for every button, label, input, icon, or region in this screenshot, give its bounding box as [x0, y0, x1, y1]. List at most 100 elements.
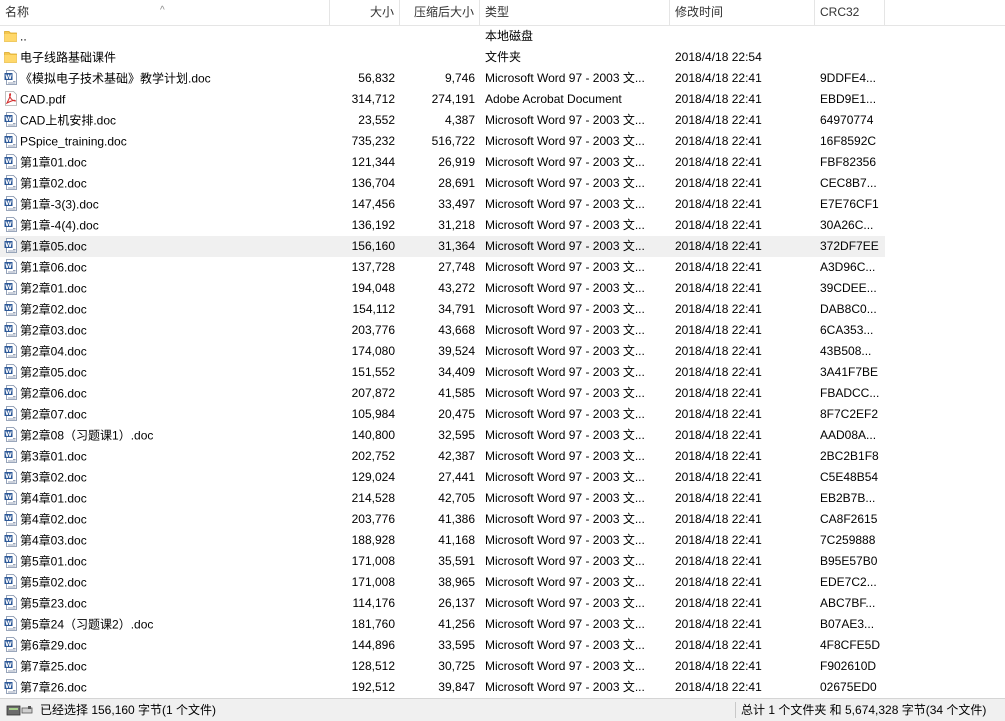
file-modified: 2018/4/18 22:41 [675, 386, 762, 400]
table-row[interactable]: W 第5章02.doc 171,008 38,965 Microsoft Word 97… [0, 572, 1005, 593]
table-row[interactable]: CAD.pdf 314,712 274,191 Adobe Acrobat Docum… [0, 89, 1005, 110]
table-row[interactable]: W 第3章02.doc 129,024 27,441 Microsoft Word 97… [0, 467, 1005, 488]
file-size [330, 47, 400, 68]
svg-text:W: W [5, 557, 12, 564]
file-name-cell[interactable]: W 第4章03.doc [0, 530, 330, 551]
table-row[interactable]: W 第1章-3(3).doc 147,456 33,497 Microsoft Word… [0, 194, 1005, 215]
column-header-type[interactable]: 类型 [480, 0, 670, 25]
word-doc-icon: W [4, 131, 20, 152]
file-packed-size: 43,272 [438, 281, 475, 295]
table-row[interactable]: W 第1章01.doc 121,344 26,919 Microsoft Word 97… [0, 152, 1005, 173]
file-name-cell[interactable]: W 第7章25.doc [0, 656, 330, 677]
file-name: 第5章02.doc [20, 575, 87, 590]
file-name-cell[interactable]: W 第1章02.doc [0, 173, 330, 194]
column-header-crc32[interactable]: CRC32 [815, 0, 885, 25]
table-row[interactable]: W 第1章02.doc 136,704 28,691 Microsoft Word 97… [0, 173, 1005, 194]
table-row[interactable]: W 第5章24（习题课2）.doc 181,760 41,256 Microsoft W… [0, 614, 1005, 635]
word-doc-icon: W [4, 551, 20, 572]
file-name-cell[interactable]: W CAD上机安排.doc [0, 110, 330, 131]
table-row[interactable]: W 第5章23.doc 114,176 26,137 Microsoft Word 97… [0, 593, 1005, 614]
file-name: 第2章06.doc [20, 386, 87, 401]
table-row[interactable]: W CAD上机安排.doc 23,552 4,387 Microsoft Word 97… [0, 110, 1005, 131]
file-name-cell[interactable]: W 第1章-3(3).doc [0, 194, 330, 215]
file-type: Microsoft Word 97 - 2003 文... [485, 344, 645, 358]
table-row[interactable]: W 第2章07.doc 105,984 20,475 Microsoft Word 97… [0, 404, 1005, 425]
file-name-cell[interactable]: W 第1章06.doc [0, 257, 330, 278]
file-name-cell[interactable]: .. [0, 26, 330, 47]
table-row[interactable]: W 第2章01.doc 194,048 43,272 Microsoft Word 97… [0, 278, 1005, 299]
table-row[interactable]: W 第7章26.doc 192,512 39,847 Microsoft Word 97… [0, 677, 1005, 698]
file-modified: 2018/4/18 22:41 [675, 470, 762, 484]
table-row[interactable]: W 第2章06.doc 207,872 41,585 Microsoft Word 97… [0, 383, 1005, 404]
file-name-cell[interactable]: W 第1章-4(4).doc [0, 215, 330, 236]
file-crc32: 30A26C... [820, 218, 874, 232]
table-row[interactable]: W 《模拟电子技术基础》教学计划.doc 56,832 9,746 Microsoft … [0, 68, 1005, 89]
file-name-cell[interactable]: W 《模拟电子技术基础》教学计划.doc [0, 68, 330, 89]
file-name-cell[interactable]: W 第6章29.doc [0, 635, 330, 656]
column-header-size[interactable]: 大小 [330, 0, 400, 25]
folder-icon [4, 47, 20, 68]
table-row[interactable]: W 第2章03.doc 203,776 43,668 Microsoft Word 97… [0, 320, 1005, 341]
column-header-name[interactable]: 名称 ^ [0, 0, 330, 25]
table-row[interactable]: W 第3章01.doc 202,752 42,387 Microsoft Word 97… [0, 446, 1005, 467]
file-size: 129,024 [351, 470, 395, 484]
file-name-cell[interactable]: W 第2章03.doc [0, 320, 330, 341]
file-name-cell[interactable]: 电子线路基础课件 [0, 47, 330, 68]
table-row[interactable]: W 第4章01.doc 214,528 42,705 Microsoft Word 97… [0, 488, 1005, 509]
table-row[interactable]: W 第1章-4(4).doc 136,192 31,218 Microsoft Word… [0, 215, 1005, 236]
file-name-cell[interactable]: W 第1章05.doc [0, 236, 330, 257]
file-packed-size: 27,441 [438, 470, 475, 484]
word-doc-icon: W [4, 677, 20, 698]
table-row[interactable]: W 第4章03.doc 188,928 41,168 Microsoft Word 97… [0, 530, 1005, 551]
file-name-cell[interactable]: W 第5章02.doc [0, 572, 330, 593]
file-name-cell[interactable]: W 第3章01.doc [0, 446, 330, 467]
svg-text:W: W [5, 599, 12, 606]
table-row[interactable]: W 第1章06.doc 137,728 27,748 Microsoft Word 97… [0, 257, 1005, 278]
file-crc32: E7E76CF1 [820, 197, 879, 211]
file-crc32 [815, 47, 885, 68]
file-name-cell[interactable]: CAD.pdf [0, 89, 330, 110]
file-name: .. [20, 29, 27, 44]
table-row[interactable]: W 第4章02.doc 203,776 41,386 Microsoft Word 97… [0, 509, 1005, 530]
file-name-cell[interactable]: W 第7章26.doc [0, 677, 330, 698]
file-size: 314,712 [351, 92, 395, 106]
table-row[interactable]: W 第2章05.doc 151,552 34,409 Microsoft Word 97… [0, 362, 1005, 383]
file-name: CAD上机安排.doc [20, 113, 117, 128]
table-row[interactable]: W PSpice_training.doc 735,232 516,722 Micros… [0, 131, 1005, 152]
table-row[interactable]: 电子线路基础课件 文件夹 2018/4/18 22:54 [0, 47, 1005, 68]
file-name-cell[interactable]: W 第3章02.doc [0, 467, 330, 488]
table-row[interactable]: W 第2章08（习题课1）.doc 140,800 32,595 Microsoft W… [0, 425, 1005, 446]
file-crc32: DAB8C0... [820, 302, 877, 316]
file-name-cell[interactable]: W PSpice_training.doc [0, 131, 330, 152]
table-row[interactable]: W 第5章01.doc 171,008 35,591 Microsoft Word 97… [0, 551, 1005, 572]
file-name-cell[interactable]: W 第2章04.doc [0, 341, 330, 362]
file-name-cell[interactable]: W 第2章05.doc [0, 362, 330, 383]
file-name-cell[interactable]: W 第5章24（习题课2）.doc [0, 614, 330, 635]
file-name-cell[interactable]: W 第4章02.doc [0, 509, 330, 530]
file-packed-size: 27,748 [438, 260, 475, 274]
file-name: 第1章-4(4).doc [20, 218, 99, 233]
file-name-cell[interactable]: W 第2章02.doc [0, 299, 330, 320]
column-header-modified[interactable]: 修改时间 [670, 0, 815, 25]
table-row[interactable]: W 第6章29.doc 144,896 33,595 Microsoft Word 97… [0, 635, 1005, 656]
table-row[interactable]: W 第2章04.doc 174,080 39,524 Microsoft Word 97… [0, 341, 1005, 362]
file-name-cell[interactable]: W 第2章01.doc [0, 278, 330, 299]
file-type: Microsoft Word 97 - 2003 文... [485, 134, 645, 148]
file-name-cell[interactable]: W 第1章01.doc [0, 152, 330, 173]
file-packed-size: 26,137 [438, 596, 475, 610]
column-header-packed-size[interactable]: 压缩后大小 [400, 0, 480, 25]
table-row[interactable]: W 第1章05.doc 156,160 31,364 Microsoft Word 97… [0, 236, 1005, 257]
file-name-cell[interactable]: W 第5章01.doc [0, 551, 330, 572]
svg-text:W: W [5, 452, 12, 459]
word-doc-icon: W [4, 257, 20, 278]
table-row[interactable]: .. 本地磁盘 [0, 26, 1005, 47]
file-name-cell[interactable]: W 第4章01.doc [0, 488, 330, 509]
file-name-cell[interactable]: W 第2章07.doc [0, 404, 330, 425]
file-type: Microsoft Word 97 - 2003 文... [485, 218, 645, 232]
table-row[interactable]: W 第2章02.doc 154,112 34,791 Microsoft Word 97… [0, 299, 1005, 320]
file-name-cell[interactable]: W 第2章06.doc [0, 383, 330, 404]
file-name-cell[interactable]: W 第2章08（习题课1）.doc [0, 425, 330, 446]
svg-text:W: W [5, 242, 12, 249]
table-row[interactable]: W 第7章25.doc 128,512 30,725 Microsoft Word 97… [0, 656, 1005, 677]
file-name-cell[interactable]: W 第5章23.doc [0, 593, 330, 614]
